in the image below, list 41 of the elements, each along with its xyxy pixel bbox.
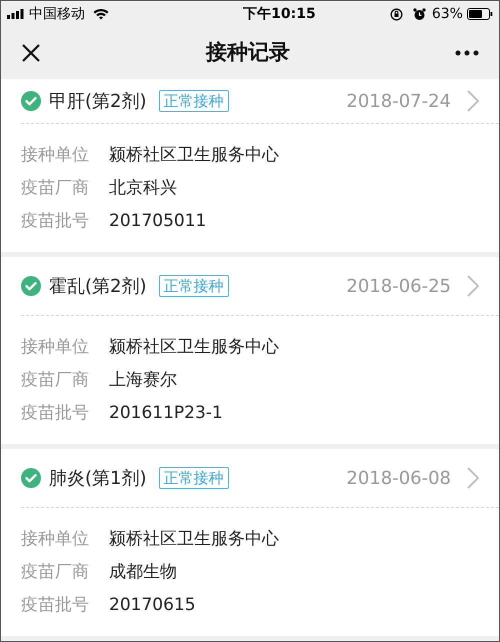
field-value: 颍桥社区卫生服务中心 — [109, 336, 279, 358]
field-value: 成都生物 — [109, 561, 177, 583]
signal-icon — [7, 9, 25, 19]
field-value: 201705011 — [109, 210, 206, 232]
field-value: 颍桥社区卫生服务中心 — [109, 144, 279, 166]
close-icon[interactable] — [21, 43, 41, 63]
alarm-icon — [412, 8, 426, 20]
field-value: 上海赛尔 — [109, 369, 177, 391]
field-label: 疫苗厂商 — [21, 369, 90, 391]
more-icon[interactable] — [455, 50, 479, 56]
vaccination-date: 2018-06-08 — [346, 466, 451, 490]
rotation-lock-icon — [390, 8, 403, 20]
status-tag: 正常接种 — [158, 90, 228, 112]
carrier-name: 中国移动 — [29, 4, 85, 24]
wifi-icon — [93, 8, 109, 20]
field-label: 疫苗批号 — [21, 210, 90, 232]
field-value: 北京科兴 — [109, 177, 177, 199]
field-value: 20170615 — [109, 594, 196, 616]
vaccination-date: 2018-06-25 — [346, 274, 451, 298]
field-label: 疫苗批号 — [21, 594, 90, 616]
page-title: 接种记录 — [204, 39, 291, 66]
battery-percent: 63% — [432, 4, 463, 24]
vaccination-date: 2018-07-24 — [346, 90, 451, 114]
vaccine-name: 肺炎(第1剂) — [49, 466, 146, 490]
field-label: 接种单位 — [21, 528, 90, 550]
field-label: 疫苗厂商 — [21, 561, 90, 583]
field-value: 201611P23-1 — [109, 402, 223, 424]
clock-time: 下午10:15 — [242, 4, 316, 24]
status-tag: 正常接种 — [158, 275, 228, 297]
status-tag: 正常接种 — [158, 467, 228, 489]
vaccine-name: 霍乱(第2剂) — [49, 274, 146, 298]
field-label: 接种单位 — [21, 144, 90, 166]
vaccine-name: 甲肝(第2剂) — [49, 90, 146, 114]
chevron-right-icon[interactable] — [467, 467, 479, 489]
chevron-right-icon[interactable] — [467, 275, 479, 297]
field-label: 接种单位 — [21, 336, 90, 358]
field-label: 疫苗批号 — [21, 402, 90, 424]
chevron-right-icon[interactable] — [467, 90, 479, 112]
battery-icon — [466, 8, 493, 20]
field-label: 疫苗厂商 — [21, 177, 90, 199]
field-value: 颍桥社区卫生服务中心 — [109, 528, 279, 550]
